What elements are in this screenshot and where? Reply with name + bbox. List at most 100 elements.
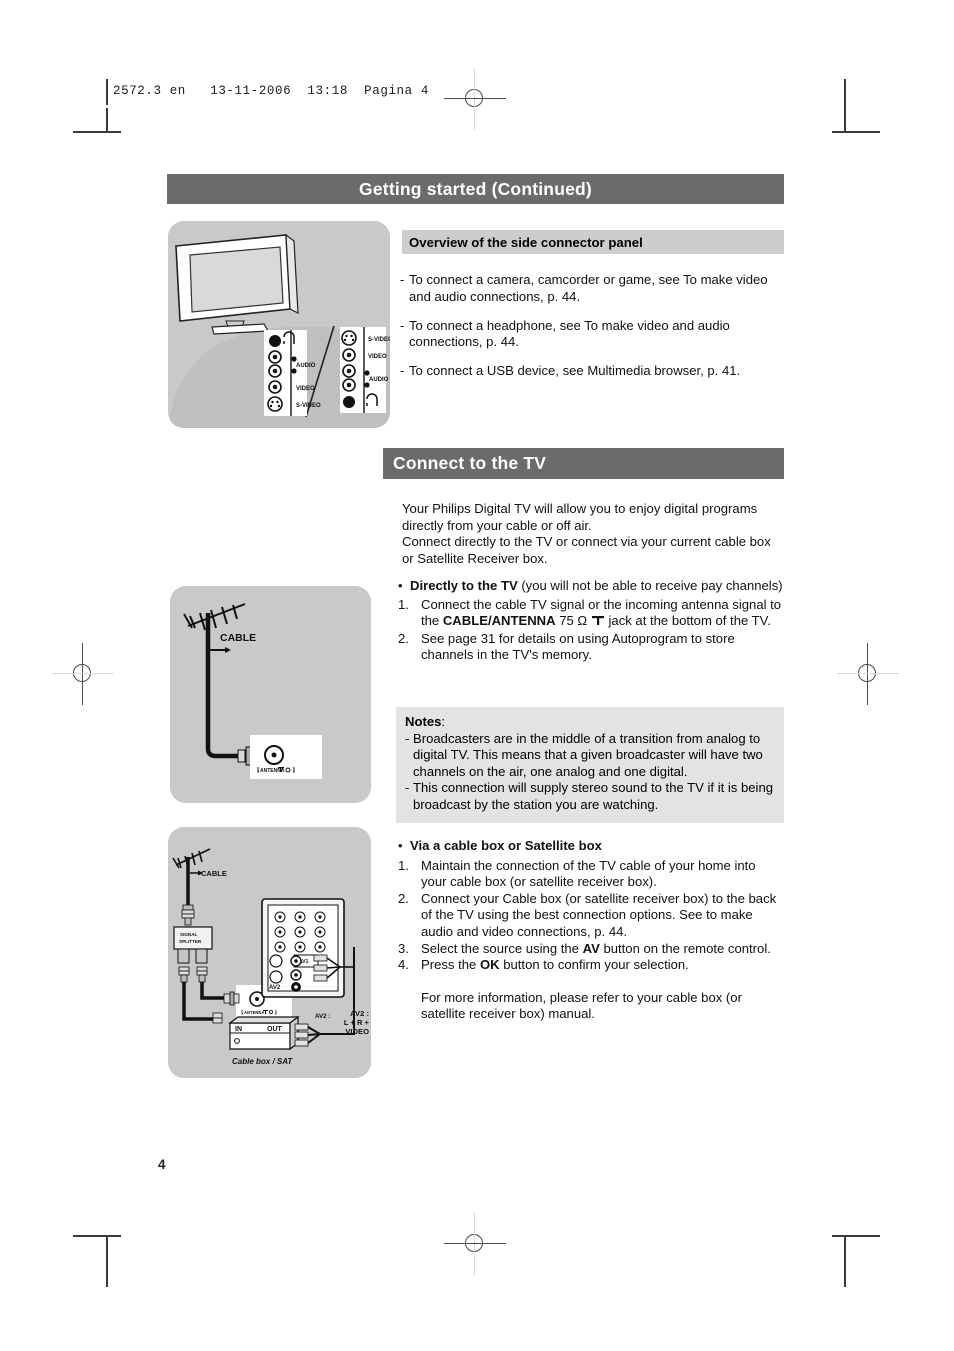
step-text: Connect the cable TV signal or the incom…: [421, 597, 784, 631]
via-cable-box-block: • Via a cable box or Satellite box 1. Ma…: [398, 838, 784, 1023]
svg-text:ANTENNA: ANTENNA: [244, 1010, 264, 1015]
crop-mark-bottom-left-vertical: [106, 1235, 108, 1287]
registration-mark-top: [444, 68, 506, 130]
notes-heading-suffix: :: [441, 714, 446, 729]
svg-text:S-VIDEO: S-VIDEO: [296, 403, 321, 409]
registration-vertical-line: [474, 68, 475, 130]
list-item-text: To connect a headphone, see To make vide…: [409, 317, 730, 350]
svg-text:AUDIO: AUDIO: [296, 363, 316, 369]
registration-horizontal-line: [837, 673, 899, 674]
list-item: 1. Connect the cable TV signal or the in…: [398, 597, 784, 631]
directly-to-tv-heading: • Directly to the TV (you will not be ab…: [398, 578, 784, 595]
crop-mark-top-left-vertical-2: [106, 108, 108, 133]
step-text: Maintain the connection of the TV cable …: [421, 857, 756, 890]
step-text-bold-cable-antenna: CABLE/ANTENNA: [442, 613, 556, 629]
subsection-title-text: Overview of the side connector panel: [409, 234, 643, 250]
dash-marker: -: [400, 272, 405, 287]
via-cable-box-heading: • Via a cable box or Satellite box: [398, 838, 784, 855]
svg-text:AV2: AV2: [269, 985, 281, 991]
step-number: 1.: [398, 857, 409, 873]
crop-mark-bottom-right-horizontal: [832, 1235, 880, 1237]
intro-line-1: Your Philips Digital TV will allow you t…: [402, 501, 758, 533]
list-item-text: To connect a USB device, see Multimedia …: [409, 363, 741, 379]
registration-horizontal-line: [444, 1243, 506, 1244]
av2-label-line1: AV2 :: [350, 1009, 369, 1018]
connect-intro-paragraph: Your Philips Digital TV will allow you t…: [402, 501, 784, 567]
svg-text:SPLITTER: SPLITTER: [179, 939, 202, 944]
list-item: - This connection will supply stereo sou…: [405, 780, 775, 813]
directly-to-tv-steps: 1. Connect the cable TV signal or the in…: [398, 597, 784, 664]
step-number: 2.: [398, 890, 409, 906]
subsection-title-side-connector-panel: Overview of the side connector panel: [402, 230, 784, 254]
bullet-marker: •: [398, 838, 403, 853]
heading-bold-text: Via a cable box or Satellite box: [410, 838, 602, 853]
registration-horizontal-line: [444, 98, 506, 99]
note-text: Broadcasters are in the middle of a tran…: [413, 730, 763, 779]
via-cable-box-steps: 1. Maintain the connection of the TV cab…: [398, 858, 784, 1023]
step-text: Select the source using the AV button on…: [421, 941, 784, 958]
step-text: See page 31 for details on using Autopro…: [421, 630, 735, 663]
list-item: - To connect a USB device, see Multimedi…: [400, 363, 784, 380]
intro-line-2: Connect directly to the TV or connect vi…: [402, 534, 771, 566]
section-title-connect-to-tv: Connect to the TV: [383, 448, 784, 479]
illustration-antenna-direct-connection: CABLE ANTENNA: [170, 586, 371, 803]
svg-text:VIDEO: VIDEO: [296, 386, 315, 392]
dash-marker: -: [405, 780, 410, 796]
step-text: Press the OK button to confirm your sele…: [421, 957, 784, 974]
heading-bold-text: Directly to the TV: [410, 578, 518, 593]
svg-text:CABLE: CABLE: [201, 869, 227, 878]
crop-mark-top-right-horizontal: [832, 131, 880, 133]
svg-text:S-VIDEO: S-VIDEO: [368, 337, 390, 343]
step-text-part: 75 Ω: [555, 613, 591, 629]
step-number: 4.: [398, 957, 409, 973]
antenna-jack-icon: [591, 614, 605, 631]
list-item: 2. Connect your Cable box (or satellite …: [398, 891, 784, 941]
list-item: 4. Press the OK button to confirm your s…: [398, 957, 784, 974]
directly-to-tv-heading-text: Directly to the TV (you will not be able…: [410, 578, 783, 595]
step-text-bold-ok: OK: [479, 957, 500, 973]
svg-text:Cable box / SAT: Cable box / SAT: [232, 1057, 293, 1066]
crop-mark-top-right-vertical: [844, 79, 846, 133]
svg-text:CABLE: CABLE: [220, 632, 256, 644]
dash-marker: -: [400, 363, 405, 379]
svg-text:AUDIO: AUDIO: [369, 377, 389, 383]
via-cable-box-heading-text: Via a cable box or Satellite box: [410, 838, 602, 855]
list-item: 2. See page 31 for details on using Auto…: [398, 631, 784, 664]
svg-text:SIGNAL: SIGNAL: [180, 932, 198, 937]
section-title-text: Connect to the TV: [393, 453, 547, 473]
step-text-part: Press the: [421, 957, 480, 973]
notes-heading: Notes:: [405, 714, 775, 731]
footer-indent-spacer: [398, 990, 421, 1023]
svg-text:VIDEO: VIDEO: [368, 354, 387, 360]
svg-text:IN: IN: [235, 1026, 242, 1033]
av2-label: AV2 : L + R + VIDEO: [325, 1009, 369, 1036]
registration-mark-right: [837, 643, 899, 705]
notes-heading-text: Notes: [405, 714, 442, 729]
side-connector-bullet-list: - To connect a camera, camcorder or game…: [400, 272, 784, 392]
registration-vertical-line: [474, 1213, 475, 1275]
step-number: 3.: [398, 940, 409, 956]
crop-mark-bottom-left-horizontal: [73, 1235, 121, 1237]
print-file-header: 2572.3 en 13-11-2006 13:18 Pagina 4: [113, 84, 429, 98]
section-title-text: Getting started (Continued): [359, 178, 592, 199]
illustration-tv-side-connectors: AUDIO VIDEO S-VIDEO S-VIDEO VIDEO AUDIO: [168, 221, 390, 428]
step-text-part: button to confirm your selection.: [499, 957, 689, 973]
registration-mark-bottom: [444, 1213, 506, 1275]
via-cable-box-footer-text: For more information, please refer to yo…: [421, 989, 742, 1022]
crop-mark-top-left-horizontal: [73, 131, 121, 133]
list-item: - Broadcasters are in the middle of a tr…: [405, 731, 775, 781]
registration-vertical-line: [867, 643, 868, 705]
section-title-getting-started: Getting started (Continued): [167, 174, 784, 204]
list-item: - To connect a camera, camcorder or game…: [400, 272, 784, 305]
list-item: - To connect a headphone, see To make vi…: [400, 318, 784, 351]
step-text-part: Select the source using the: [421, 940, 583, 956]
illustration-cable-box-connection: CABLE SIGNAL SPLITTER ANTENNA IN OUT Cab…: [168, 827, 371, 1078]
bullet-marker: •: [398, 578, 403, 593]
note-text: This connection will supply stereo sound…: [413, 780, 774, 812]
step-text-bold-av: AV: [582, 940, 600, 956]
step-text-part: button on the remote control.: [599, 940, 771, 956]
crop-mark-bottom-right-vertical: [844, 1235, 846, 1287]
av2-label-line2: L + R + VIDEO: [343, 1018, 369, 1036]
dash-marker: -: [400, 317, 405, 333]
step-text: Connect your Cable box (or satellite rec…: [421, 890, 777, 939]
